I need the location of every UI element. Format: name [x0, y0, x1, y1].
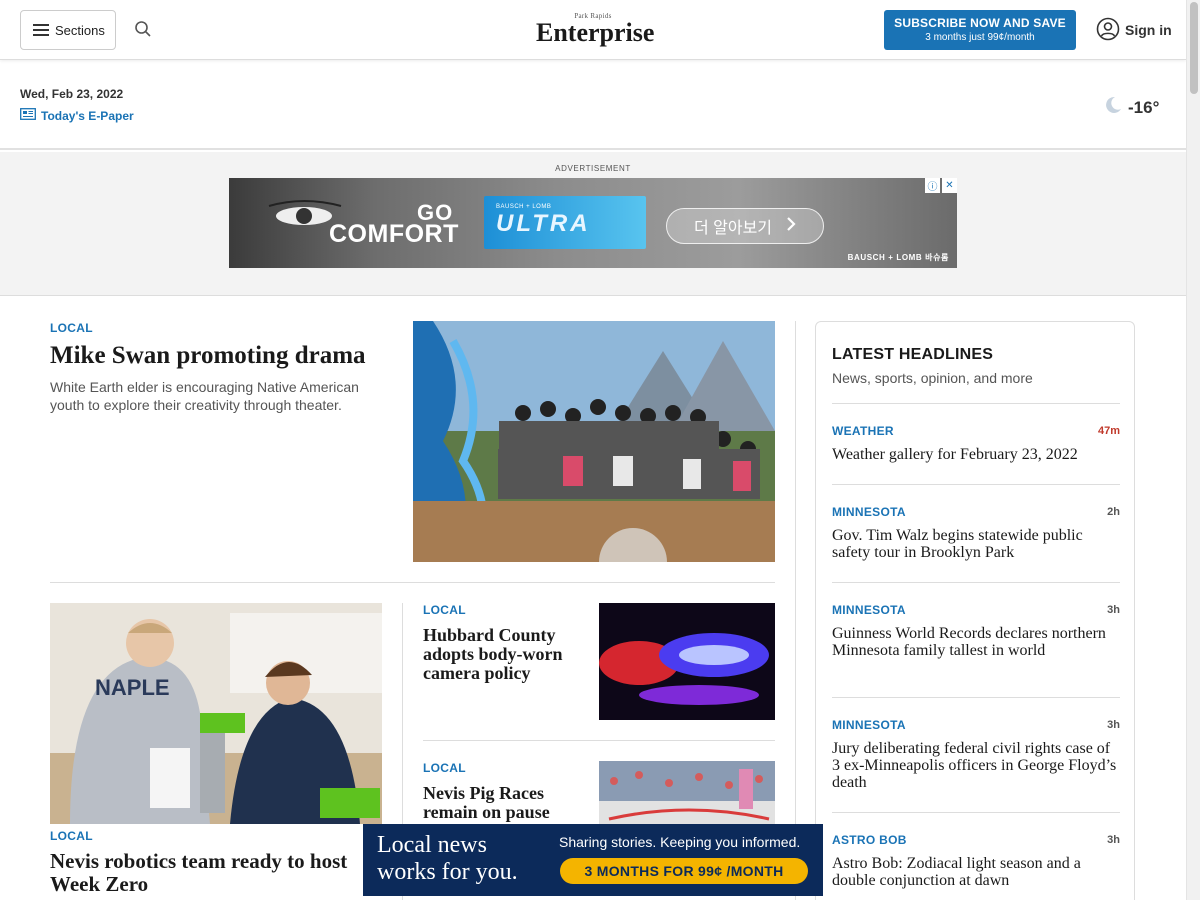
- headline-title: Jury deliberating federal civil rights c…: [832, 740, 1117, 791]
- latest-headlines-subtitle: News, sports, opinion, and more: [832, 370, 1033, 386]
- newspaper-icon: [20, 108, 36, 123]
- svg-text:NAPLE: NAPLE: [95, 675, 170, 700]
- headline-time: 47m: [1097, 425, 1120, 437]
- ad-brand-text: BAUSCH + LOMB 바슈롬: [847, 253, 949, 262]
- scrollbar-thumb[interactable]: [1190, 2, 1198, 94]
- promo-headline-line2: works for you.: [377, 859, 518, 885]
- promo-offer-button[interactable]: 3 MONTHS FOR 99¢ /MONTH: [560, 858, 808, 884]
- logo-main-text: Enterprise: [536, 18, 655, 47]
- pig-story-kicker[interactable]: LOCAL: [423, 761, 466, 775]
- headline-kicker: ASTRO BOB: [832, 833, 907, 847]
- hubbard-story-image[interactable]: [599, 603, 775, 720]
- moon-cloud-icon: [1102, 94, 1124, 121]
- headline-title: Astro Bob: Zodiacal light season and a d…: [832, 855, 1081, 889]
- panel-divider: [832, 812, 1120, 813]
- lead-story-headline[interactable]: Mike Swan promoting drama: [50, 342, 390, 370]
- date-weather-row: Wed, Feb 23, 2022 Today's E-Paper -16°: [0, 60, 1186, 150]
- product-box-big-text: ULTRA: [496, 210, 591, 237]
- sign-in-button[interactable]: Sign in: [1096, 17, 1172, 44]
- headline-title: Weather gallery for February 23, 2022: [832, 446, 1078, 463]
- sign-in-label: Sign in: [1125, 22, 1172, 38]
- robotics-story-image[interactable]: NAPLE: [50, 603, 382, 824]
- headline-kicker: WEATHER: [832, 424, 894, 438]
- hubbard-story-headline[interactable]: Hubbard County adopts body-worn camera p…: [423, 626, 588, 683]
- ad-close-icon[interactable]: ✕: [942, 178, 957, 193]
- headline-item[interactable]: MINNESOTA 3h Jury deliberating federal c…: [832, 718, 1120, 791]
- promo-tagline: Sharing stories. Keeping you informed.: [559, 834, 801, 850]
- page-scrollbar[interactable]: [1186, 0, 1200, 900]
- column-divider: [795, 321, 796, 900]
- robotics-story-headline[interactable]: Nevis robotics team ready to host Week Z…: [50, 850, 380, 896]
- panel-divider: [832, 484, 1120, 485]
- content-divider: [50, 582, 775, 583]
- headline-time: 3h: [1107, 834, 1120, 846]
- advertisement-label: ADVERTISEMENT: [555, 164, 631, 173]
- headline-item[interactable]: WEATHER 47m Weather gallery for February…: [832, 424, 1120, 463]
- weather-widget[interactable]: -16°: [1102, 94, 1159, 121]
- pig-story-image[interactable]: [599, 761, 775, 831]
- headline-kicker: MINNESOTA: [832, 505, 906, 519]
- headline-item[interactable]: MINNESOTA 3h Guinness World Records decl…: [832, 603, 1120, 659]
- headline-item[interactable]: MINNESOTA 2h Gov. Tim Walz begins statew…: [832, 505, 1120, 561]
- sections-button[interactable]: Sections: [20, 10, 116, 50]
- ad-info-icon[interactable]: ⓘ: [925, 178, 940, 193]
- ad-cta-button[interactable]: 더 알아보기: [666, 208, 824, 244]
- ad-banner[interactable]: GO COMFORT BAUSCH + LOMB ULTRA 더 알아보기 BA…: [229, 178, 957, 268]
- ad-comfort-text: COMFORT: [329, 220, 459, 248]
- latest-headlines-title: LATEST HEADLINES: [832, 346, 994, 363]
- hubbard-story-kicker[interactable]: LOCAL: [423, 603, 466, 617]
- robotics-story-kicker[interactable]: LOCAL: [50, 829, 93, 843]
- site-logo[interactable]: Park Rapids Enterprise: [536, 12, 654, 48]
- ad-cta-label: 더 알아보기: [693, 220, 773, 237]
- subscription-promo-banner[interactable]: Local news works for you. Sharing storie…: [363, 824, 823, 896]
- search-icon[interactable]: [134, 20, 154, 40]
- latest-headlines-panel: LATEST HEADLINES News, sports, opinion, …: [815, 321, 1135, 900]
- user-circle-icon: [1096, 17, 1120, 44]
- headline-time: 3h: [1107, 719, 1120, 731]
- promo-headline-line1: Local news: [377, 832, 487, 858]
- hamburger-icon: [33, 24, 49, 36]
- temperature: -16°: [1128, 97, 1160, 117]
- headline-title: Guinness World Records declares northern…: [832, 625, 1106, 659]
- headline-title: Gov. Tim Walz begins statewide public sa…: [832, 527, 1083, 561]
- lead-story-image[interactable]: [413, 321, 775, 562]
- site-header: Sections Park Rapids Enterprise SUBSCRIB…: [0, 0, 1186, 60]
- headline-time: 2h: [1107, 506, 1120, 518]
- panel-divider: [832, 582, 1120, 583]
- story-divider: [423, 740, 775, 741]
- subscribe-button[interactable]: SUBSCRIBE NOW AND SAVE 3 months just 99¢…: [884, 10, 1076, 50]
- panel-divider: [832, 697, 1120, 698]
- subscribe-main-label: SUBSCRIBE NOW AND SAVE: [894, 16, 1066, 30]
- current-date: Wed, Feb 23, 2022: [20, 87, 124, 101]
- headline-kicker: MINNESOTA: [832, 718, 906, 732]
- product-box: BAUSCH + LOMB ULTRA: [484, 196, 646, 249]
- panel-divider: [832, 403, 1120, 404]
- subscribe-sub-label: 3 months just 99¢/month: [925, 32, 1035, 43]
- chevron-right-icon: [786, 216, 796, 236]
- lead-story-kicker[interactable]: LOCAL: [50, 321, 93, 335]
- lead-story-dek: White Earth elder is encouraging Native …: [50, 379, 359, 413]
- advertisement-band: ADVERTISEMENT GO COMFORT BAUSCH + LOMB U…: [0, 152, 1186, 296]
- ad-controls: ⓘ ✕: [925, 178, 957, 193]
- sections-label: Sections: [55, 22, 105, 38]
- pig-story-headline[interactable]: Nevis Pig Races remain on pause: [423, 784, 588, 822]
- headline-time: 3h: [1107, 604, 1120, 616]
- headline-kicker: MINNESOTA: [832, 603, 906, 617]
- epaper-label: Today's E-Paper: [41, 108, 134, 123]
- epaper-link[interactable]: Today's E-Paper: [20, 108, 134, 123]
- headline-item[interactable]: ASTRO BOB 3h Astro Bob: Zodiacal light s…: [832, 833, 1120, 889]
- promo-headline: Local news works for you.: [377, 832, 518, 886]
